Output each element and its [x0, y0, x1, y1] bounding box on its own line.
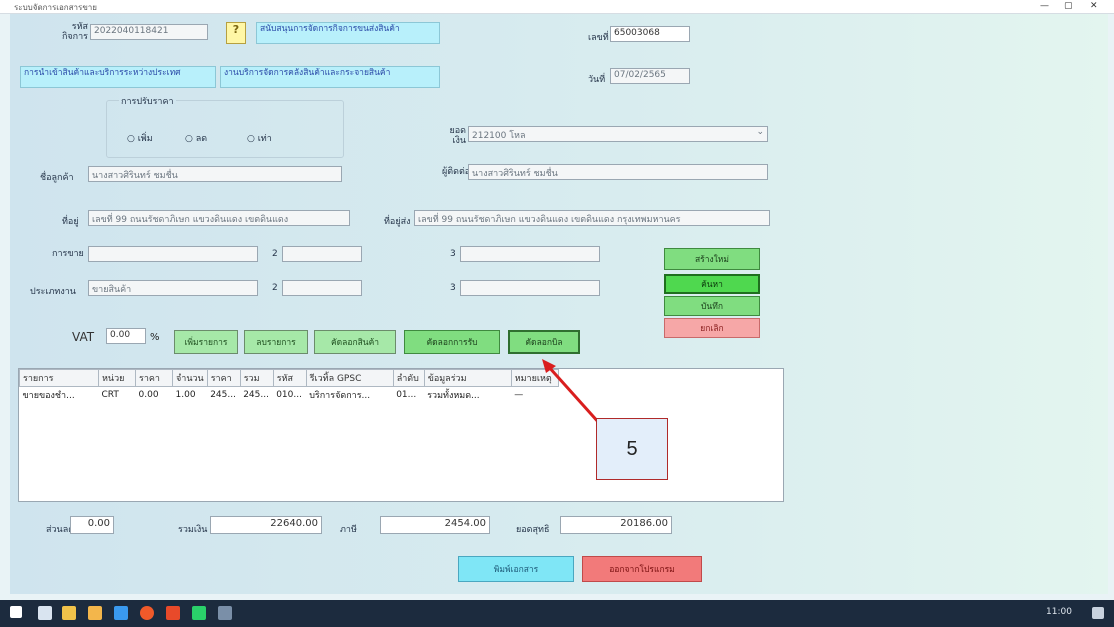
clock[interactable]: 11:00 [1046, 607, 1072, 617]
task-view-icon[interactable] [62, 606, 76, 620]
taskbar: 11:00 [0, 600, 1114, 627]
step-callout: 5 [596, 418, 668, 480]
notification-icon[interactable] [1092, 607, 1104, 619]
annotation-arrow [542, 359, 602, 426]
windows-start-icon[interactable] [10, 606, 22, 618]
app-icon[interactable] [192, 606, 206, 620]
chrome-icon[interactable] [140, 606, 154, 620]
search-icon[interactable] [38, 606, 52, 620]
edge-icon[interactable] [114, 606, 128, 620]
office-icon[interactable] [166, 606, 180, 620]
file-explorer-icon[interactable] [88, 606, 102, 620]
active-app-icon[interactable] [218, 606, 232, 620]
